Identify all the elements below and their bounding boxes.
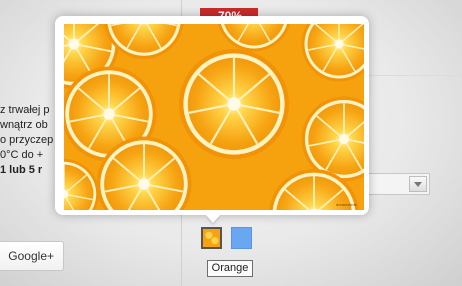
popup-pointer [206, 215, 220, 223]
description-line: wnątrz ob [0, 119, 48, 131]
orange-slices-photo [64, 24, 364, 210]
photo-watermark: dreamstime [336, 202, 357, 207]
description-line: z trwałej p [0, 104, 50, 116]
google-plus-button[interactable]: Google+ [0, 241, 64, 271]
product-description: z trwałej p wnątrz ob o przyczep 0°C do … [0, 103, 60, 178]
swatch-blue[interactable] [231, 227, 252, 249]
description-line: 1 lub 5 r [0, 164, 43, 176]
swatch-orange[interactable] [201, 227, 222, 249]
swatch-tooltip: Orange [207, 260, 253, 277]
description-line: 0°C do + [0, 149, 44, 161]
chevron-down-icon[interactable] [409, 176, 427, 192]
description-line: o przyczep [0, 134, 54, 146]
